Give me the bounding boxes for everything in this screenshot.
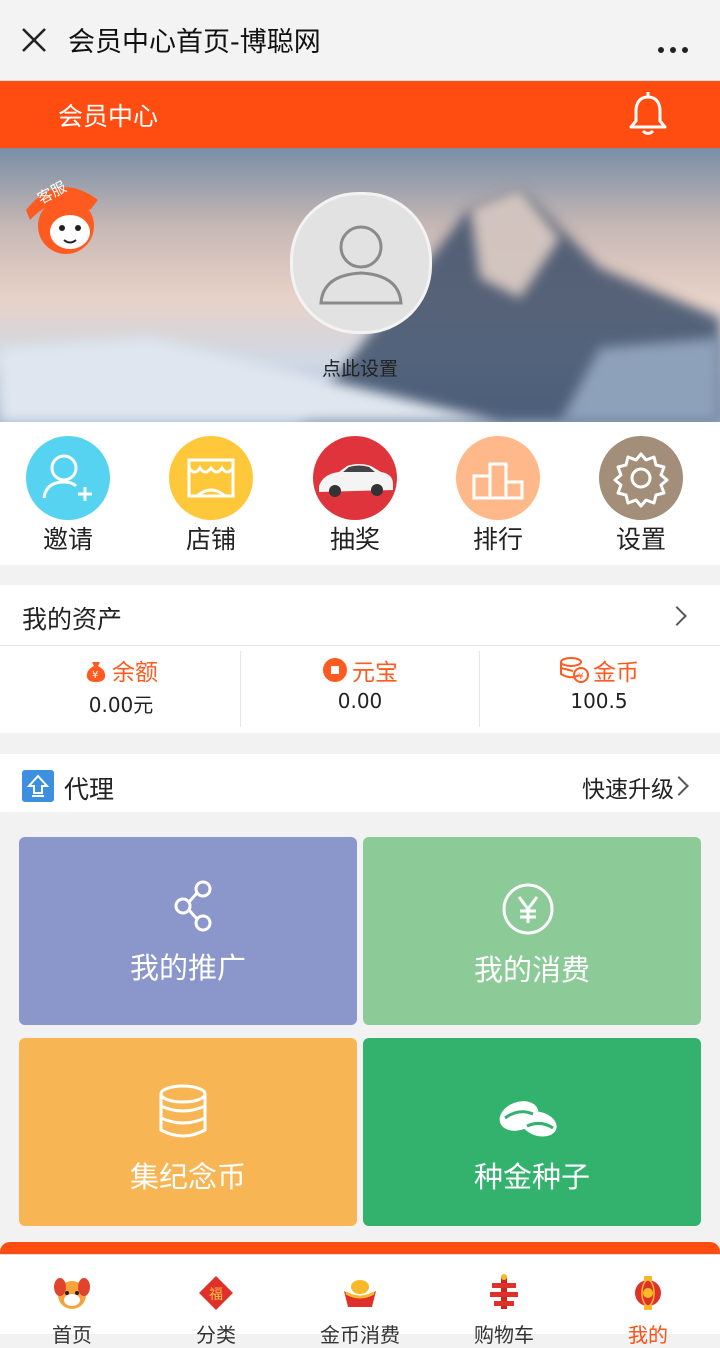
gold-coin-label: 金币 — [593, 660, 639, 686]
gold-coin-item[interactable]: ¥ 金币 100.5 — [480, 653, 718, 725]
my-assets-header[interactable]: 我的资产 — [0, 585, 720, 646]
tab-cart-label: 购物车 — [474, 1323, 534, 1347]
user-placeholder-icon — [319, 225, 403, 305]
quick-lottery[interactable]: 抽奖 — [295, 436, 415, 556]
coin-square-icon — [323, 658, 347, 682]
coin-stack-icon: ¥ — [560, 657, 589, 683]
tile-plant-gold-seeds[interactable]: 种金种子 — [363, 1038, 701, 1226]
quick-lottery-label: 抽奖 — [329, 525, 380, 554]
yuanbao-item[interactable]: 元宝 0.00 — [241, 653, 479, 725]
avatar[interactable] — [290, 192, 432, 334]
fu-icon: 福 — [199, 1276, 233, 1310]
quick-ranking-label: 排行 — [472, 525, 523, 554]
ingot-icon — [344, 1280, 376, 1307]
tile-my-consumption[interactable]: 我的消费 — [363, 837, 701, 1025]
seeds-icon — [499, 1101, 557, 1137]
agent-title: 代理 — [64, 775, 115, 804]
svg-text:福: 福 — [209, 1287, 223, 1303]
profile-hero: 客服 点此设置 — [0, 148, 720, 422]
quick-shop[interactable]: 店铺 — [151, 436, 271, 556]
tab-home[interactable]: 首页 — [0, 1255, 144, 1347]
quick-actions: 邀请 店铺 抽奖 排行 设置 — [0, 422, 720, 565]
tile-collect-coins-label: 集纪念币 — [129, 1160, 246, 1194]
tab-coin-spend[interactable]: 金币消费 — [288, 1255, 432, 1347]
tab-cart[interactable]: 购物车 — [432, 1255, 576, 1347]
quick-upgrade-link[interactable]: 快速升级 — [582, 770, 674, 804]
quick-ranking[interactable]: 排行 — [438, 436, 558, 556]
more-menu-icon[interactable] — [652, 38, 688, 57]
quick-settings[interactable]: 设置 — [581, 436, 701, 556]
agent-section-header: 代理 快速升级 — [0, 754, 720, 812]
gear-icon — [599, 436, 683, 520]
svg-text:¥: ¥ — [92, 670, 98, 681]
my-assets-title: 我的资产 — [22, 605, 123, 634]
dog-icon — [54, 1278, 90, 1309]
tab-category[interactable]: 福 分类 — [144, 1255, 288, 1347]
svg-text:¥: ¥ — [578, 672, 584, 682]
quick-shop-label: 店铺 — [185, 525, 236, 554]
member-center-header: 会员中心 — [0, 81, 720, 148]
tab-category-label: 分类 — [196, 1323, 236, 1347]
tile-my-promotion-label: 我的推广 — [129, 951, 246, 985]
coin-stack-icon — [159, 1084, 207, 1138]
chevron-right-icon — [667, 606, 687, 626]
balance-label: 余额 — [112, 660, 158, 686]
money-bag-icon: ¥ — [86, 662, 106, 682]
share-icon — [174, 880, 212, 932]
tab-mine-label: 我的 — [628, 1323, 668, 1347]
tab-coin-spend-label: 金币消费 — [320, 1323, 400, 1347]
tile-my-promotion[interactable]: 我的推广 — [19, 837, 357, 1025]
window-titlebar: 会员中心首页-博聪网 — [0, 0, 720, 81]
car-icon — [313, 436, 397, 520]
tile-plant-gold-seeds-label: 种金种子 — [473, 1160, 590, 1194]
invite-icon — [26, 436, 110, 520]
my-assets-panel: 我的资产 ¥ 余额 0.00元 元宝 0.00 ¥ 金币 100.5 — [0, 585, 720, 733]
quick-settings-label: 设置 — [615, 525, 666, 554]
cart-icon — [490, 1274, 518, 1309]
quick-invite[interactable]: 邀请 — [8, 436, 128, 556]
header-label: 会员中心 — [58, 102, 159, 131]
yuan-coin-icon — [502, 883, 554, 935]
shop-icon — [169, 436, 253, 520]
window-title: 会员中心首页-博聪网 — [68, 27, 321, 58]
yuanbao-value: 0.00 — [337, 689, 383, 713]
set-avatar-link[interactable]: 点此设置 — [0, 354, 720, 381]
balance-item[interactable]: ¥ 余额 0.00元 — [2, 653, 240, 725]
tile-my-consumption-label: 我的消费 — [473, 953, 590, 987]
balance-value: 0.00元 — [88, 693, 154, 717]
lantern-icon — [635, 1276, 661, 1310]
upgrade-arrow-icon — [22, 770, 54, 802]
podium-icon — [456, 436, 540, 520]
quick-invite-label: 邀请 — [42, 525, 93, 554]
yuanbao-label: 元宝 — [352, 660, 398, 686]
gold-coin-value: 100.5 — [570, 689, 628, 713]
tile-collect-coins[interactable]: 集纪念币 — [19, 1038, 357, 1226]
tab-mine[interactable]: 我的 — [576, 1255, 720, 1347]
bell-icon[interactable] — [626, 91, 670, 137]
customer-service-icon[interactable]: 客服 — [18, 170, 108, 260]
close-icon[interactable] — [20, 24, 48, 56]
tab-home-label: 首页 — [52, 1323, 92, 1347]
bottom-tab-bar: 首页 福 分类 金币消费 购物车 我的 — [0, 1254, 720, 1347]
